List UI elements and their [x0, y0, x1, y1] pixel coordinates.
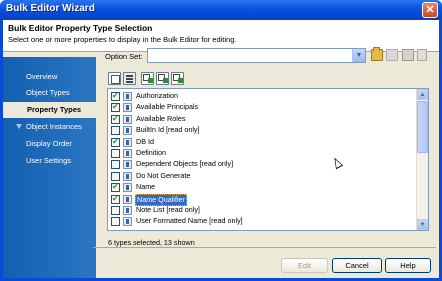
- property-label: Do Not Generate: [136, 170, 191, 180]
- property-label: Authorization: [136, 91, 178, 100]
- open-folder-icon[interactable]: [371, 47, 383, 61]
- edit-button[interactable]: Edit: [281, 258, 328, 273]
- property-label: Dependent Objects [read only]: [136, 159, 234, 169]
- save-icon[interactable]: [386, 49, 398, 61]
- help-button[interactable]: Help: [385, 258, 431, 273]
- property-icon: [123, 92, 132, 101]
- close-button[interactable]: ✕: [422, 2, 438, 18]
- select-all-icon[interactable]: [108, 72, 121, 85]
- property-icon: [123, 160, 132, 170]
- property-label: DB Id: [136, 136, 154, 146]
- vertical-scrollbar[interactable]: ▲ ▼: [416, 89, 428, 230]
- window-title: Bulk Editor Wizard: [6, 3, 95, 14]
- property-icon: [123, 126, 132, 136]
- property-label: Note List [read only]: [136, 205, 200, 214]
- property-type-list[interactable]: ▲ ▼ Authorization Available PrincipalsAva…: [107, 88, 429, 231]
- save-as-icon[interactable]: [402, 49, 414, 61]
- title-bar[interactable]: Bulk Editor Wizard ✕: [0, 0, 442, 20]
- property-icon: [123, 206, 132, 215]
- uncheck-icon[interactable]: [156, 72, 169, 85]
- wizard-nav: Overview Object Types Property Types Obj…: [3, 57, 96, 278]
- nav-item-label: Display Order: [26, 139, 72, 148]
- property-checkbox[interactable]: [111, 114, 120, 124]
- property-checkbox[interactable]: [111, 137, 120, 147]
- property-label: Definition: [136, 148, 166, 157]
- property-icon: [123, 137, 132, 147]
- selection-status: 6 types selected, 13 shown: [108, 238, 195, 247]
- property-icon: [123, 194, 132, 204]
- property-checkbox[interactable]: [111, 171, 120, 181]
- property-checkbox[interactable]: [111, 149, 120, 158]
- property-label: User Formatted Name [read only]: [136, 216, 243, 226]
- property-icon: [123, 114, 132, 124]
- property-checkbox[interactable]: [111, 194, 120, 204]
- scroll-thumb[interactable]: [417, 101, 428, 153]
- nav-item-label: Property Types: [27, 105, 82, 114]
- nav-item-property-types[interactable]: Property Types: [3, 102, 96, 118]
- property-checkbox[interactable]: [111, 206, 120, 215]
- list-item[interactable]: Dependent Objects [read only]: [108, 159, 416, 170]
- property-label: Available Principals: [136, 102, 199, 112]
- scroll-up-icon[interactable]: ▲: [417, 89, 428, 100]
- property-icon: [123, 183, 132, 193]
- option-set-combo[interactable]: ▼: [147, 48, 366, 63]
- scroll-down-icon[interactable]: ▼: [417, 219, 428, 230]
- dropdown-arrow-icon[interactable]: ▼: [352, 49, 365, 62]
- cancel-button[interactable]: Cancel: [332, 258, 382, 273]
- property-checkbox[interactable]: [111, 182, 120, 193]
- property-checkbox[interactable]: [111, 126, 120, 136]
- property-label: Available Roles: [136, 113, 186, 123]
- nav-item-user-settings[interactable]: User Settings: [3, 153, 96, 169]
- property-checkbox[interactable]: [111, 160, 120, 170]
- list-item[interactable]: Name Qualifier: [108, 193, 416, 206]
- list-item[interactable]: Do Not Generate: [108, 171, 416, 181]
- nav-item-object-instances[interactable]: Object Instances: [3, 119, 96, 135]
- option-set-label: Option Set:: [105, 52, 143, 61]
- divider: [93, 247, 436, 248]
- expand-arrow-icon: [16, 124, 22, 129]
- check-icon[interactable]: [141, 72, 154, 85]
- properties-icon[interactable]: [123, 72, 136, 85]
- property-icon: [123, 149, 132, 158]
- page-subtitle: Select one or more properties to display…: [8, 35, 237, 44]
- list-item[interactable]: Name: [108, 182, 416, 193]
- property-label: BuiltIn Id [read only]: [136, 125, 200, 135]
- property-label: Name: [136, 182, 156, 192]
- property-checkbox[interactable]: [111, 102, 120, 113]
- list-item[interactable]: Definition: [108, 148, 416, 158]
- nav-item-display-order[interactable]: Display Order: [3, 136, 96, 152]
- page-title: Bulk Editor Property Type Selection: [8, 23, 153, 33]
- list-item[interactable]: BuiltIn Id [read only]: [108, 125, 416, 136]
- nav-item-label: Object Types: [26, 88, 70, 97]
- property-label: Name Qualifier: [135, 193, 187, 206]
- property-icon: [123, 217, 132, 227]
- filter-icon[interactable]: [171, 72, 184, 85]
- list-item[interactable]: User Formatted Name [read only]: [108, 216, 416, 227]
- bulk-editor-window: Bulk Editor Wizard ✕ Bulk Editor Propert…: [0, 0, 442, 281]
- list-item[interactable]: Available Principals: [108, 102, 416, 113]
- nav-item-overview[interactable]: Overview: [3, 69, 96, 85]
- list-item[interactable]: Authorization: [108, 91, 416, 101]
- nav-item-label: Object Instances: [26, 122, 82, 131]
- nav-item-label: User Settings: [26, 156, 72, 165]
- list-item[interactable]: Note List [read only]: [108, 205, 416, 215]
- property-icon: [123, 103, 132, 113]
- list-item[interactable]: DB Id: [108, 137, 416, 147]
- delete-icon[interactable]: [417, 49, 427, 61]
- nav-item-label: Overview: [26, 72, 58, 81]
- property-checkbox[interactable]: [111, 217, 120, 227]
- property-icon: [123, 171, 132, 181]
- property-checkbox[interactable]: [111, 91, 120, 101]
- nav-item-object-types[interactable]: Object Types: [3, 85, 96, 101]
- list-item[interactable]: Available Roles: [108, 114, 416, 124]
